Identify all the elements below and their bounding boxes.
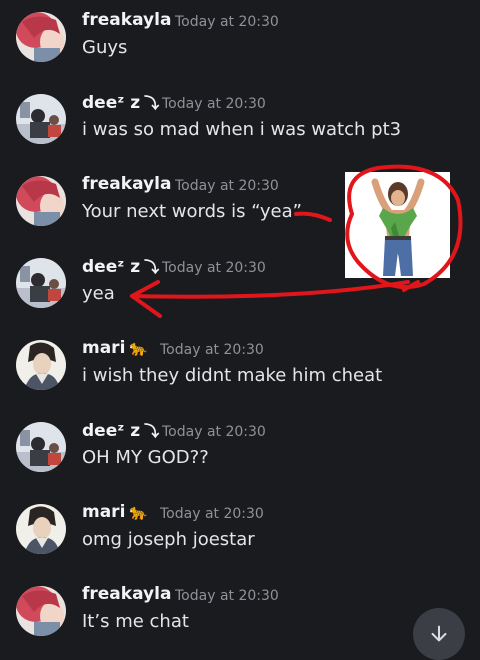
username[interactable]: mari 🐆 [82, 502, 148, 522]
decoration-icon: ⤵︎ [144, 258, 160, 276]
freakayla-avatar[interactable] [16, 176, 66, 226]
username[interactable]: freakayla [82, 584, 171, 604]
username[interactable]: freakayla [82, 10, 171, 30]
mari-avatar[interactable] [16, 340, 66, 390]
arrow-down-icon [431, 625, 447, 642]
message-feed: freakayla Today at 20:30 Guys deeᶻ z ⤵︎ T… [0, 0, 480, 660]
message-item: freakayla Today at 20:30 Guys [0, 0, 480, 82]
decoration-icon: ⤵︎ [144, 422, 160, 440]
message-item: deeᶻ z ⤵︎ Today at 20:30 OH MY GOD?? [0, 410, 480, 492]
username[interactable]: freakayla [82, 174, 171, 194]
mari-avatar[interactable] [16, 504, 66, 554]
freakayla-avatar[interactable] [16, 586, 66, 636]
message-text: Your next words is “yea” [82, 201, 302, 222]
character-sticker-image[interactable] [345, 172, 450, 278]
timestamp: Today at 20:30 [162, 260, 266, 276]
timestamp: Today at 20:30 [175, 178, 279, 194]
message-text: Guys [82, 37, 128, 58]
decoration-icon: ⤵︎ [144, 94, 160, 112]
jump-to-latest-button[interactable] [413, 608, 465, 660]
leopard-icon: 🐆 [129, 339, 149, 357]
message-item: mari 🐆 Today at 20:30 i wish they didnt m… [0, 328, 480, 410]
message-text: i wish they didnt make him cheat [82, 365, 383, 386]
timestamp: Today at 20:30 [162, 96, 266, 112]
timestamp: Today at 20:30 [175, 14, 279, 30]
timestamp: Today at 20:30 [160, 506, 264, 522]
deez-avatar[interactable] [16, 94, 66, 144]
username[interactable]: mari 🐆 [82, 338, 148, 358]
username[interactable]: deeᶻ z ⤵︎ [82, 92, 159, 113]
deez-avatar[interactable] [16, 258, 66, 308]
message-item: deeᶻ z ⤵︎ Today at 20:30 i was so mad whe… [0, 82, 480, 164]
message-text: It’s me chat [82, 611, 189, 632]
message-text: i was so mad when i was watch pt3 [82, 119, 402, 140]
message-item: freakayla Today at 20:30 It’s me chat [0, 574, 480, 656]
timestamp: Today at 20:30 [175, 588, 279, 604]
message-item: mari 🐆 Today at 20:30 omg joseph joestar [0, 492, 480, 574]
timestamp: Today at 20:30 [162, 424, 266, 440]
freakayla-avatar[interactable] [16, 12, 66, 62]
leopard-icon: 🐆 [129, 503, 149, 521]
message-text: omg joseph joestar [82, 529, 255, 550]
message-text: yea [82, 283, 115, 304]
deez-avatar[interactable] [16, 422, 66, 472]
username[interactable]: deeᶻ z ⤵︎ [82, 256, 159, 277]
username[interactable]: deeᶻ z ⤵︎ [82, 420, 159, 441]
message-text: OH MY GOD?? [82, 447, 209, 468]
timestamp: Today at 20:30 [160, 342, 264, 358]
